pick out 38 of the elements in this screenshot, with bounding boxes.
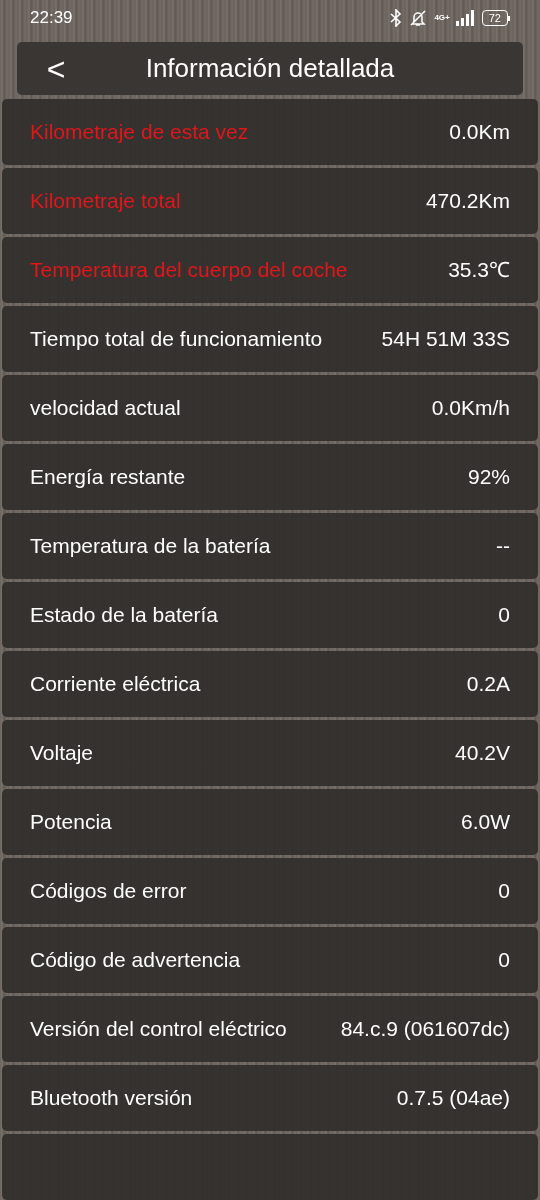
row-label: Temperatura del cuerpo del coche: [30, 257, 348, 284]
row-label: Potencia: [30, 809, 112, 836]
row-value: 0.0Km: [449, 119, 510, 146]
row-value: 0.2A: [466, 671, 510, 698]
bluetooth-icon: [390, 9, 403, 28]
row-label: Estado de la batería: [30, 602, 218, 629]
row-value: 470.2Km: [425, 188, 510, 215]
signal-icon: [455, 10, 476, 27]
row-label: Versión del control eléctrico: [30, 1016, 287, 1043]
row-label: velocidad actual: [30, 395, 181, 422]
row-label: Temperatura de la batería: [30, 533, 271, 560]
network-label: 4G+: [434, 14, 450, 23]
row-value: 40.2V: [455, 740, 510, 767]
row-label: Voltaje: [30, 740, 94, 767]
row-value: 0: [498, 602, 510, 629]
row-label: Bluetooth versión: [30, 1085, 193, 1112]
status-time: 22:39: [30, 7, 73, 30]
row-value: 54H 51M 33S: [381, 326, 510, 353]
row-label: Código de advertencia: [30, 947, 241, 974]
row-value: 92%: [467, 464, 510, 491]
muted-bell-icon: [408, 9, 429, 28]
row-label: Códigos de error: [30, 878, 187, 905]
row-label: Energía restante: [30, 464, 186, 491]
page-title: Información detallada: [144, 52, 396, 86]
row-value: 35.3℃: [448, 257, 510, 284]
row-value: 6.0W: [461, 809, 510, 836]
back-button[interactable]: <: [41, 52, 71, 85]
row-label: Corriente eléctrica: [30, 671, 201, 698]
row-value: 0.7.5 (04ae): [396, 1085, 510, 1112]
row-value: --: [496, 533, 510, 560]
row-value: 0.0Km/h: [431, 395, 510, 422]
row-value: 0: [498, 878, 510, 905]
battery-icon: 72: [481, 10, 510, 27]
row-label: Kilometraje de esta vez: [30, 119, 249, 146]
row-label: Tiempo total de funcionamiento: [30, 326, 323, 353]
row-value: 84.c.9 (061607dc): [340, 1016, 510, 1043]
row-label: Kilometraje total: [30, 188, 181, 215]
row-value: 0: [498, 947, 510, 974]
